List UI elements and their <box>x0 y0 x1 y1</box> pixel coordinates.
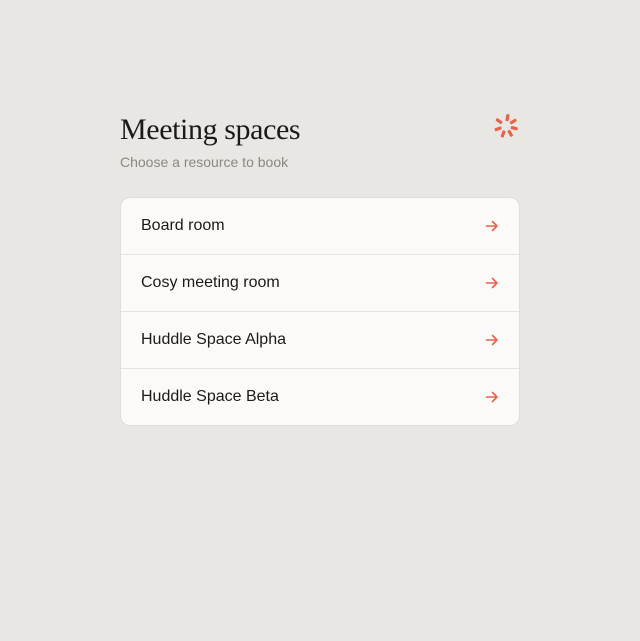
resource-label: Cosy meeting room <box>141 274 280 291</box>
page-title: Meeting spaces <box>120 113 301 146</box>
resource-label: Huddle Space Beta <box>141 388 279 405</box>
arrow-right-icon <box>485 334 498 346</box>
brand-burst-icon <box>494 114 518 138</box>
arrow-right-icon <box>485 220 498 232</box>
resource-list: Board room Cosy meeting room Huddle Spac… <box>120 197 520 426</box>
header: Meeting spaces Choose a resource to book <box>120 112 520 197</box>
resource-label: Board room <box>141 217 225 234</box>
page-subtitle: Choose a resource to book <box>120 154 289 170</box>
resource-item-cosy-meeting-room[interactable]: Cosy meeting room <box>121 255 519 312</box>
arrow-right-icon <box>485 391 498 403</box>
arrow-right-icon <box>485 277 498 289</box>
resource-label: Huddle Space Alpha <box>141 331 286 348</box>
resource-item-board-room[interactable]: Board room <box>121 198 519 255</box>
resource-item-huddle-space-beta[interactable]: Huddle Space Beta <box>121 369 519 425</box>
resource-item-huddle-space-alpha[interactable]: Huddle Space Alpha <box>121 312 519 369</box>
resource-picker: Meeting spaces Choose a resource to book… <box>120 112 520 426</box>
